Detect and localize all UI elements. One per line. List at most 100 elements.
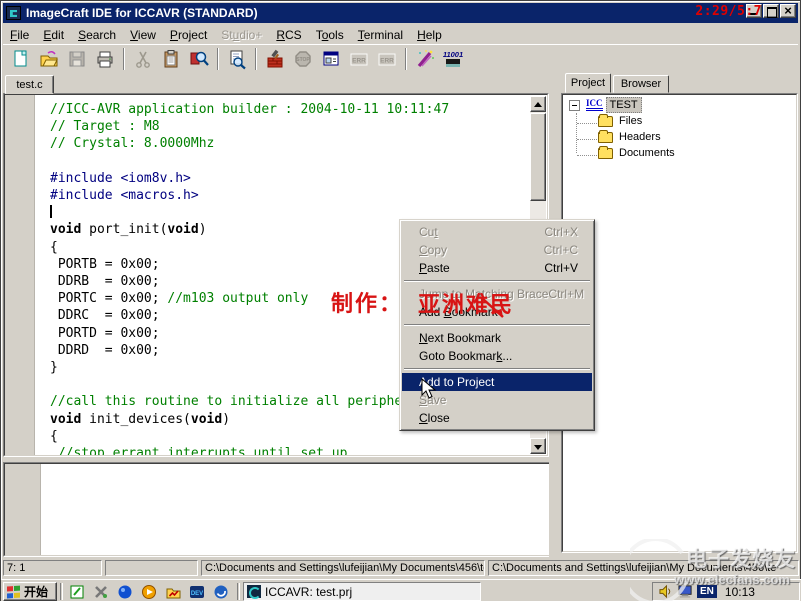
new-file-button[interactable] [8,47,34,72]
menu-help[interactable]: Help [410,26,449,44]
toolbar-separator [405,48,407,70]
output-pane[interactable] [3,462,555,557]
menu-tools[interactable]: Tools [309,26,351,44]
find-replace-button[interactable] [186,47,212,72]
tree-item-label: Documents [619,147,675,159]
project-tree: ICC TEST Files Headers Documents [565,97,794,549]
tree-item-files[interactable]: Files [565,113,794,129]
context-menu-item-add-to-project[interactable]: Add to Project [402,373,592,391]
application-wizard-button[interactable] [412,47,438,72]
tree-root-label[interactable]: TEST [606,97,642,113]
context-menu-item-next-bookmark[interactable]: Next Bookmark [402,329,592,347]
display-settings-icon[interactable] [678,584,693,599]
tree-item-documents[interactable]: Documents [565,145,794,161]
menu-edit[interactable]: Edit [36,26,71,44]
quick-launch-bar: DEV [65,582,233,601]
find-in-files-button[interactable] [224,47,250,72]
svg-text:11001: 11001 [443,50,463,59]
taskbar-separator [237,583,240,600]
volume-icon[interactable] [659,584,674,599]
toolbar-separator [217,48,219,70]
svg-text:DEV: DEV [191,591,203,597]
svg-text:ERR: ERR [352,58,366,65]
toolbar-separator [123,48,125,70]
taskbar-button-label: ICCAVR: test.prj [265,585,352,599]
title-bar[interactable]: ImageCraft IDE for ICCAVR (STANDARD) [3,3,798,23]
context-menu-separator [404,280,590,282]
tree-item-headers[interactable]: Headers [565,129,794,145]
tree-collapse-toggle[interactable] [569,100,580,111]
scroll-up-button[interactable] [530,96,546,112]
device-programmer-button[interactable]: 11001 [440,47,466,72]
menu-bar: FileEditSearchViewProjectStudio+RCSTools… [3,25,798,44]
quicklaunch-dev-icon[interactable]: DEV [185,582,209,601]
code-line: #include <iom8v.h> [50,170,529,187]
code-line: // Crystal: 8.0000Mhz [50,135,529,152]
menu-project[interactable]: Project [163,26,214,44]
text-caret [50,205,52,218]
print-icon [94,48,116,70]
svg-text:STOP: STOP [296,57,310,63]
tab-browser[interactable]: Browser [613,75,669,93]
paste-button[interactable] [158,47,184,72]
project-options-icon [320,48,342,70]
device-programmer-icon: 11001 [442,48,464,70]
context-menu-item-close[interactable]: Close [402,409,592,427]
scroll-thumb[interactable] [530,113,546,201]
context-menu-item-jump-to-matching-brace: Jump to Matching BraceCtrl+M [402,285,592,303]
code-line: //ICC-AVR application builder : 2004-10-… [50,101,529,118]
context-menu-item-add-bookmark[interactable]: Add Bookmark [402,303,592,321]
quicklaunch-tools-icon[interactable] [89,582,113,601]
menu-rcs[interactable]: RCS [269,26,308,44]
find-replace-icon [188,48,210,70]
maximize-button[interactable] [763,4,779,18]
folder-icon [598,132,613,143]
blue-sphere-icon [117,584,133,600]
open-file-button[interactable] [36,47,62,72]
folder-icon [598,148,613,159]
tree-root-row[interactable]: ICC TEST [565,97,794,113]
taskbar-button-iccavr[interactable]: ICCAVR: test.prj [243,582,481,601]
dev-icon: DEV [189,584,205,600]
quicklaunch-swirl-icon[interactable] [209,582,233,601]
project-options-button[interactable] [318,47,344,72]
svg-text:ERR: ERR [380,58,394,65]
icc-project-icon: ICC [586,99,603,111]
start-button[interactable]: 开始 [3,582,57,601]
app-icon[interactable] [6,6,21,20]
language-indicator[interactable]: EN [697,585,717,598]
swirl-icon [213,584,229,600]
menu-search[interactable]: Search [71,26,123,44]
quicklaunch-blue-sphere-icon[interactable] [113,582,137,601]
app-window: ImageCraft IDE for ICCAVR (STANDARD) 2:2… [0,0,801,601]
menu-view[interactable]: View [123,26,163,44]
quicklaunch-media-play-icon[interactable] [137,582,161,601]
system-tray: EN 10:13 [652,582,800,601]
tab-project[interactable]: Project [565,73,611,93]
status-cursor-position: 7: 1 [3,560,102,576]
output-gutter [5,464,41,555]
context-menu-item-paste[interactable]: PasteCtrl+V [402,259,592,277]
cut-button [130,47,156,72]
context-menu-item-save: Save [402,391,592,409]
context-menu-item-goto-bookmark[interactable]: Goto Bookmark... [402,347,592,365]
previous-error-icon: ERR [348,48,370,70]
close-button[interactable] [780,4,796,18]
status-empty-cell [105,560,198,576]
build-project-button[interactable] [262,47,288,72]
tab-browser-label: Browser [621,78,661,90]
scroll-down-button[interactable] [530,438,546,454]
print-button[interactable] [92,47,118,72]
toolbar: STOP ERR ERR 11001 [3,44,798,73]
tab-test-c[interactable]: test.c [5,75,54,94]
tray-clock[interactable]: 10:13 [725,585,755,599]
status-file-path-1: C:\Documents and Settings\lufeijian\My D… [201,560,485,576]
quicklaunch-editor-icon[interactable] [65,582,89,601]
screen-recorder-timer: 2:29/5:7 [695,4,762,19]
menu-file[interactable]: File [3,26,36,44]
context-menu-item-copy: CopyCtrl+C [402,241,592,259]
quicklaunch-folder-chart-icon[interactable] [161,582,185,601]
new-file-icon [10,48,32,70]
editor-icon [69,584,85,600]
menu-terminal[interactable]: Terminal [351,26,410,44]
